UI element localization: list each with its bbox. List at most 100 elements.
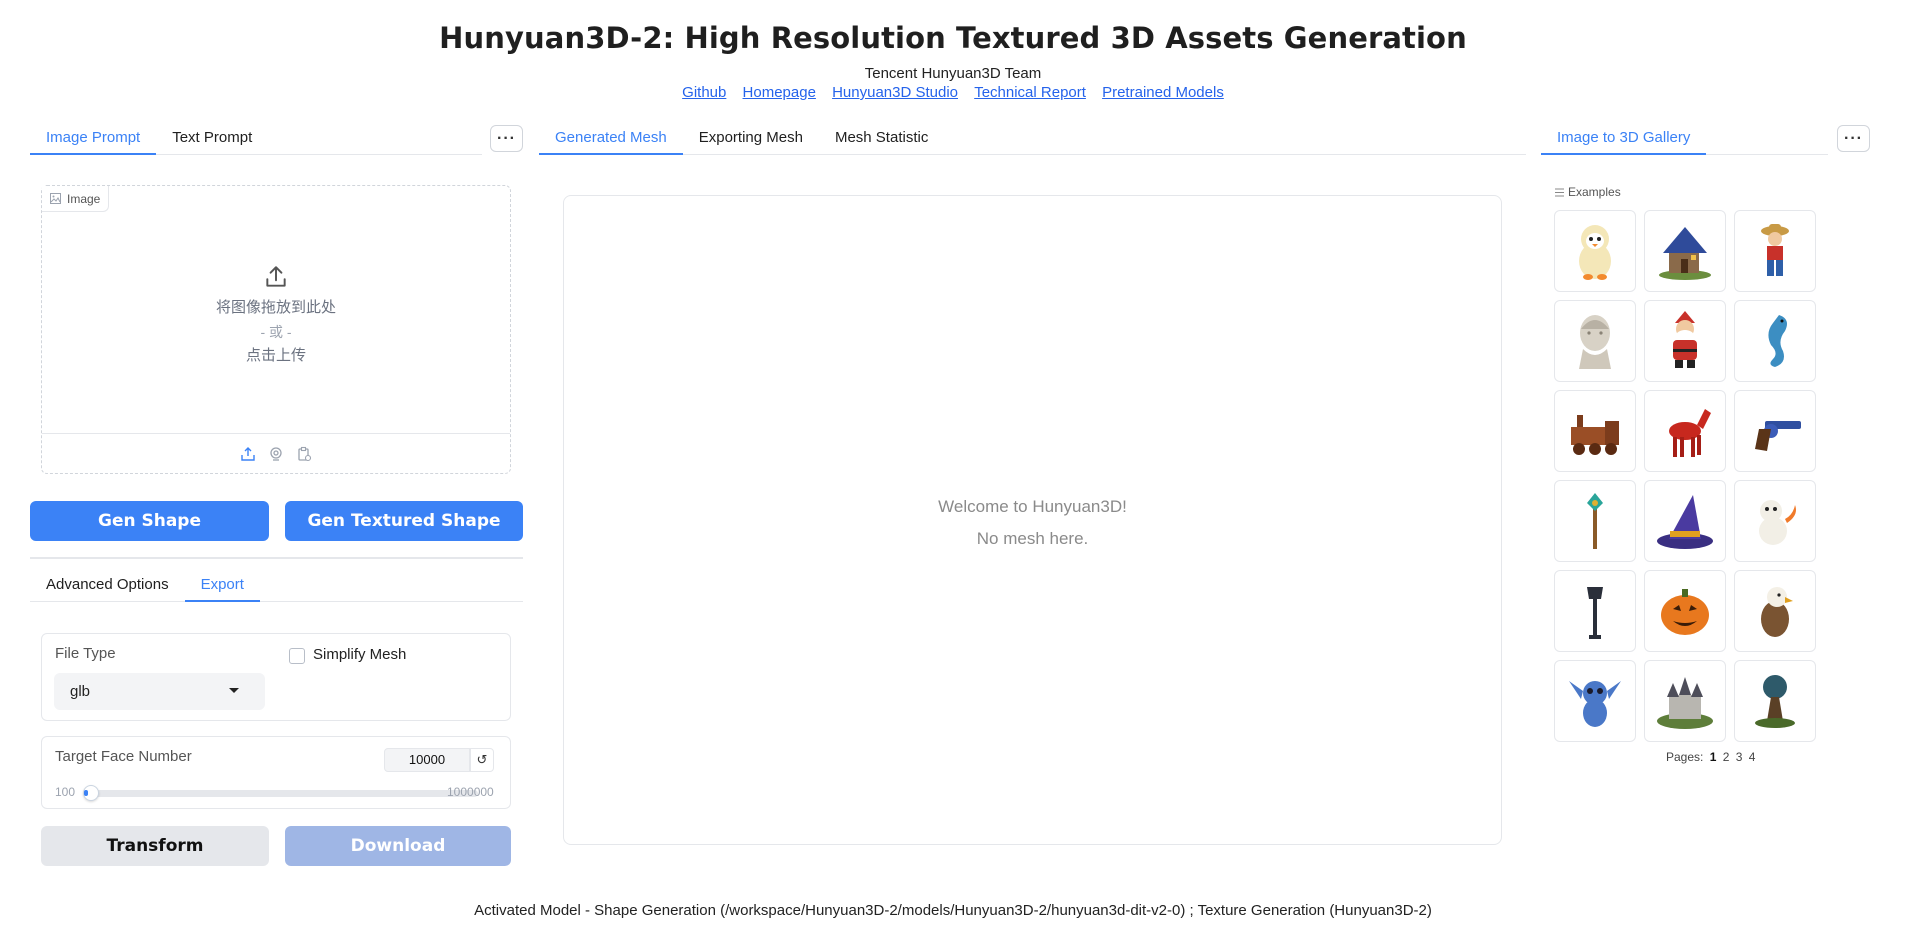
- castle-thumbnail: [1657, 677, 1713, 729]
- file-type-box: File Type glb Simplify Mesh: [41, 633, 511, 721]
- no-mesh-text: No mesh here.: [976, 529, 1089, 548]
- example-revolver[interactable]: [1734, 390, 1816, 472]
- example-blue-house[interactable]: [1644, 210, 1726, 292]
- target-face-label: Target Face Number: [55, 748, 192, 765]
- gallery-tabs: Image to 3D Gallery: [1541, 125, 1828, 155]
- pumpkin-thumbnail: [1661, 589, 1709, 635]
- simplify-mesh-label: Simplify Mesh: [313, 646, 407, 663]
- homepage-link[interactable]: Homepage: [743, 84, 816, 101]
- tree-globe-thumbnail: [1755, 675, 1795, 728]
- steam-train-thumbnail: [1571, 415, 1619, 455]
- file-type-value: glb: [70, 683, 91, 700]
- target-face-slider-track[interactable]: [86, 790, 478, 797]
- tab-image-prompt[interactable]: Image Prompt: [30, 129, 157, 155]
- image-icon: [50, 193, 61, 204]
- example-wizard-hat[interactable]: [1644, 480, 1726, 562]
- download-button[interactable]: Download: [285, 826, 511, 866]
- slider-min: 100: [55, 785, 76, 799]
- simplify-mesh-checkbox[interactable]: [289, 648, 305, 664]
- page-4[interactable]: 4: [1749, 750, 1756, 764]
- github-link[interactable]: Github: [682, 84, 726, 101]
- tab-image-to-3d-gallery[interactable]: Image to 3D Gallery: [1541, 129, 1707, 155]
- example-baby-dragon[interactable]: [1734, 480, 1816, 562]
- blue-house-thumbnail: [1659, 227, 1711, 280]
- example-santa-figure[interactable]: [1644, 300, 1726, 382]
- clipboard-icon[interactable]: [295, 445, 313, 463]
- example-red-horse[interactable]: [1644, 390, 1726, 472]
- transform-button[interactable]: Transform: [41, 826, 269, 866]
- example-eagle[interactable]: [1734, 570, 1816, 652]
- example-magic-staff[interactable]: [1554, 480, 1636, 562]
- mesh-tabs: Generated Mesh Exporting Mesh Mesh Stati…: [539, 125, 1526, 155]
- drop-text: 将图像拖放到此处: [215, 299, 336, 316]
- divider: [30, 557, 523, 559]
- example-marble-bust[interactable]: [1554, 300, 1636, 382]
- example-pumpkin[interactable]: [1644, 570, 1726, 652]
- target-face-box: Target Face Number 10000 ↺ 100 1000000: [41, 736, 511, 809]
- prompt-tabs: Image Prompt Text Prompt: [30, 125, 482, 155]
- list-icon: [1555, 188, 1564, 196]
- target-face-slider-thumb[interactable]: [83, 785, 99, 801]
- marble-bust-thumbnail: [1579, 315, 1611, 369]
- tab-advanced-options[interactable]: Advanced Options: [30, 576, 185, 601]
- reset-icon[interactable]: ↺: [470, 748, 494, 772]
- revolver-thumbnail: [1755, 421, 1801, 451]
- image-label: Image: [42, 186, 110, 212]
- penguin-doll-thumbnail: [1579, 225, 1611, 280]
- option-tabs: Advanced Options Export: [30, 572, 523, 602]
- mesh-viewer[interactable]: Welcome to Hunyuan3D! No mesh here.: [563, 195, 1502, 845]
- page-3[interactable]: 3: [1736, 750, 1743, 764]
- example-seahorse[interactable]: [1734, 300, 1816, 382]
- webcam-icon[interactable]: [267, 445, 285, 463]
- upload-source-icon[interactable]: [239, 445, 257, 463]
- street-lamp-thumbnail: [1587, 587, 1603, 639]
- tab-export[interactable]: Export: [184, 576, 261, 602]
- tab-text-prompt[interactable]: Text Prompt: [156, 129, 268, 154]
- viewer-message: Welcome to Hunyuan3D! No mesh here.: [564, 491, 1501, 555]
- tab-exporting-mesh[interactable]: Exporting Mesh: [683, 129, 819, 154]
- example-street-lamp[interactable]: [1554, 570, 1636, 652]
- santa-figure-thumbnail: [1673, 311, 1697, 368]
- baby-dragon-thumbnail: [1759, 500, 1796, 545]
- red-horse-thumbnail: [1669, 409, 1711, 457]
- header-links: Github Homepage Hunyuan3D Studio Technic…: [0, 84, 1906, 101]
- examples-label: Examples: [1555, 185, 1621, 199]
- tab-mesh-statistic[interactable]: Mesh Statistic: [819, 129, 944, 154]
- left-more-button[interactable]: ···: [490, 125, 523, 152]
- technical-report-link[interactable]: Technical Report: [974, 84, 1086, 101]
- example-pirate-figure[interactable]: [1734, 210, 1816, 292]
- examples-label-text: Examples: [1568, 185, 1621, 199]
- team-name: Tencent Hunyuan3D Team: [864, 65, 1042, 82]
- target-face-input[interactable]: 10000: [384, 748, 470, 772]
- example-steam-train[interactable]: [1554, 390, 1636, 472]
- tab-generated-mesh[interactable]: Generated Mesh: [539, 129, 683, 155]
- header: Hunyuan3D-2: High Resolution Textured 3D…: [0, 0, 1906, 101]
- eagle-thumbnail: [1761, 587, 1793, 637]
- example-tree-globe[interactable]: [1734, 660, 1816, 742]
- upload-drop-area[interactable]: 将图像拖放到此处 - 或 - 点击上传: [42, 264, 510, 368]
- page-title: Hunyuan3D-2: High Resolution Textured 3D…: [439, 21, 1467, 55]
- example-stitch[interactable]: [1554, 660, 1636, 742]
- slider-max: 1000000: [447, 785, 494, 799]
- upload-source-bar: [42, 433, 510, 473]
- pirate-figure-thumbnail: [1761, 224, 1789, 276]
- example-penguin-doll[interactable]: [1554, 210, 1636, 292]
- click-upload-text: 点击上传: [245, 347, 306, 364]
- chevron-down-icon: [229, 688, 239, 693]
- page-1[interactable]: 1: [1710, 750, 1717, 764]
- active-model-status: Activated Model - Shape Generation (/wor…: [474, 902, 1432, 919]
- file-type-select[interactable]: glb: [54, 673, 265, 710]
- seahorse-thumbnail: [1768, 315, 1787, 367]
- gen-textured-shape-button[interactable]: Gen Textured Shape: [285, 501, 523, 541]
- pagination: Pages: 1 2 3 4: [1666, 750, 1755, 764]
- page-2[interactable]: 2: [1723, 750, 1730, 764]
- example-castle[interactable]: [1644, 660, 1726, 742]
- examples-grid: [1554, 210, 1816, 742]
- gen-shape-button[interactable]: Gen Shape: [30, 501, 269, 541]
- file-type-label: File Type: [55, 645, 116, 662]
- right-more-button[interactable]: ···: [1837, 125, 1870, 152]
- pretrained-models-link[interactable]: Pretrained Models: [1102, 84, 1224, 101]
- studio-link[interactable]: Hunyuan3D Studio: [832, 84, 958, 101]
- upload-icon: [266, 266, 286, 287]
- image-upload[interactable]: Image 将图像拖放到此处 - 或 - 点击上传: [41, 185, 511, 474]
